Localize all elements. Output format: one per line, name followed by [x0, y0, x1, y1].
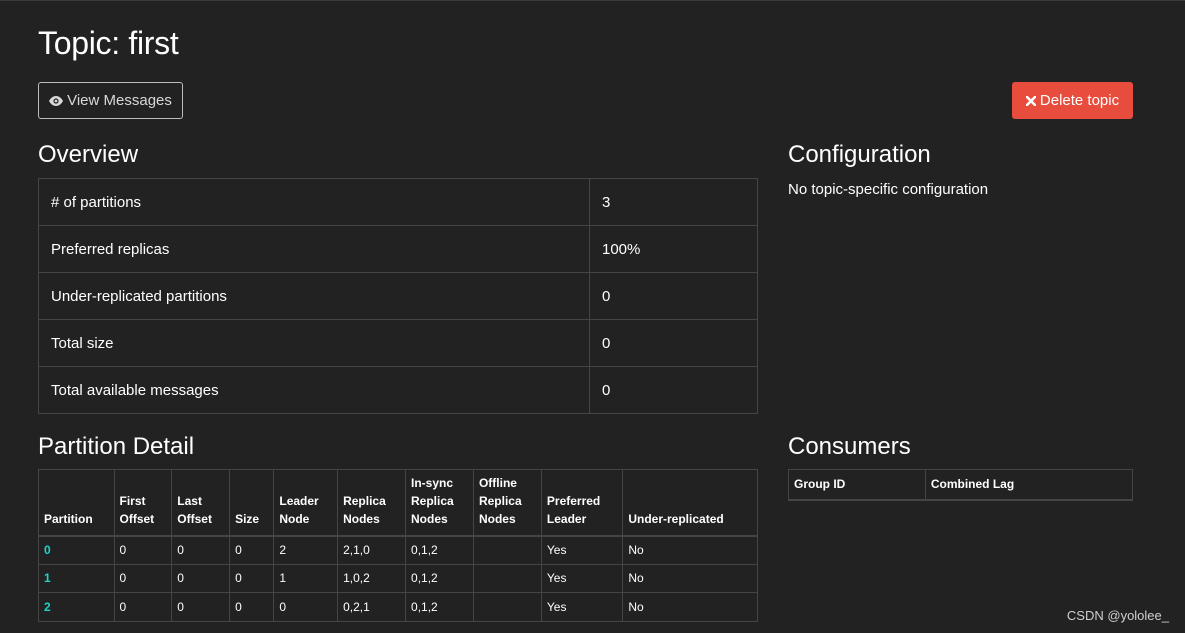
table-row: 1 0 0 0 1 1,0,2 0,1,2 Yes No — [38, 563, 758, 593]
consumers-table: Group ID Combined Lag — [788, 469, 1134, 501]
overview-table: # of partitions 3 Preferred replicas 100% Un… — [38, 178, 758, 414]
page-title: Topic: first — [38, 25, 179, 61]
header-line: First — [119, 493, 146, 508]
table-cell: Yes — [540, 592, 624, 622]
partition-table: Partition First Offset Last Offset Size Leader… — [38, 469, 758, 622]
table-cell: 0 — [113, 592, 173, 622]
overview-row: # of partitions 3 — [38, 178, 758, 226]
delete-topic-label: Delete topic — [1039, 92, 1120, 109]
header-line: Offset — [119, 511, 155, 526]
header-line: Partition — [44, 511, 93, 526]
table-cell: 0 — [229, 535, 275, 565]
header-line: Size — [235, 511, 260, 526]
header-line: Leader — [546, 511, 587, 526]
table-cell: 0 — [229, 563, 275, 593]
partition-column-header[interactable]: Leader Node — [273, 469, 339, 537]
partition-detail-heading: Partition Detail — [38, 433, 195, 460]
table-cell: No — [622, 535, 758, 565]
overview-key: Total available messages — [38, 366, 590, 414]
view-messages-label: View Messages — [67, 92, 172, 109]
table-cell: 1 — [273, 563, 339, 593]
table-cell: No — [622, 563, 758, 593]
header-line: Replica — [411, 493, 454, 508]
partition-column-header[interactable]: Offline Replica Nodes — [472, 469, 542, 537]
table-cell: 0,2,1 — [337, 592, 407, 622]
overview-row: Total size 0 — [38, 319, 758, 367]
header-line: Last — [177, 493, 202, 508]
partition-link[interactable]: 1 — [44, 571, 51, 585]
partition-id-cell: 0 — [38, 535, 115, 565]
overview-row: Preferred replicas 100% — [38, 225, 758, 273]
overview-value: 3 — [589, 178, 758, 226]
table-cell — [472, 563, 542, 593]
overview-row: Under-replicated partitions 0 — [38, 272, 758, 320]
overview-heading: Overview — [38, 141, 139, 168]
header-line: Replica — [343, 493, 386, 508]
table-row: 0 0 0 0 2 2,1,0 0,1,2 Yes No — [38, 535, 758, 565]
overview-key: Under-replicated partitions — [38, 272, 590, 320]
partition-column-header[interactable]: In-sync Replica Nodes — [405, 469, 474, 537]
partition-link[interactable]: 0 — [44, 543, 51, 557]
table-cell: 0 — [171, 592, 231, 622]
consumers-column-header[interactable]: Combined Lag — [924, 469, 1134, 501]
header-line: Offline — [478, 475, 517, 490]
partition-column-header[interactable]: Partition — [38, 469, 115, 537]
configuration-heading: Configuration — [788, 141, 931, 168]
watermark: CSDN @yololee_ — [1066, 608, 1169, 623]
close-icon — [1025, 95, 1036, 106]
header-line: Under-replicated — [628, 511, 724, 526]
header-line: Nodes — [478, 511, 516, 526]
overview-key: Preferred replicas — [38, 225, 590, 273]
topic-page: Topic: first View Messages Delete topic … — [0, 0, 1185, 633]
table-cell: 0 — [113, 563, 173, 593]
table-cell: Yes — [540, 563, 624, 593]
table-cell — [472, 535, 542, 565]
partition-column-header[interactable]: Size — [229, 469, 275, 537]
overview-value: 0 — [589, 272, 758, 320]
table-cell: 0,1,2 — [405, 535, 474, 565]
partition-id-cell: 2 — [38, 592, 115, 622]
header-line: Node — [279, 511, 310, 526]
partition-column-header[interactable]: First Offset — [113, 469, 173, 537]
overview-row: Total available messages 0 — [38, 366, 758, 414]
table-cell: 0 — [171, 535, 231, 565]
delete-topic-button[interactable]: Delete topic — [1012, 82, 1133, 119]
table-cell: 0 — [229, 592, 275, 622]
consumers-heading: Consumers — [788, 433, 911, 460]
header-line: In-sync — [411, 475, 454, 490]
overview-value: 100% — [589, 225, 758, 273]
table-cell: 0,1,2 — [405, 563, 474, 593]
table-cell: 0 — [113, 535, 173, 565]
header-line: Preferred — [546, 493, 601, 508]
eye-icon — [49, 95, 64, 106]
header-line: Nodes — [411, 511, 448, 526]
table-cell: 0 — [273, 592, 339, 622]
table-cell: 0 — [171, 563, 231, 593]
partition-column-header[interactable]: Replica Nodes — [337, 469, 407, 537]
table-cell: 0,1,2 — [405, 592, 474, 622]
overview-key: # of partitions — [38, 178, 590, 226]
header-line: Leader — [279, 493, 319, 508]
configuration-text: No topic-specific configuration — [788, 181, 989, 198]
overview-value: 0 — [589, 366, 758, 414]
header-line: Nodes — [343, 511, 380, 526]
consumers-column-header[interactable]: Group ID — [788, 469, 926, 501]
partition-column-header[interactable]: Preferred Leader — [540, 469, 624, 537]
header-line: Replica — [478, 493, 522, 508]
overview-value: 0 — [589, 319, 758, 367]
view-messages-button[interactable]: View Messages — [38, 82, 183, 119]
table-cell: 2,1,0 — [337, 535, 407, 565]
header-line: Offset — [177, 511, 212, 526]
partition-column-header[interactable]: Last Offset — [171, 469, 231, 537]
partition-id-cell: 1 — [38, 563, 115, 593]
table-row: 2 0 0 0 0 0,2,1 0,1,2 Yes No — [38, 592, 758, 622]
table-cell — [472, 592, 542, 622]
partition-link[interactable]: 2 — [44, 600, 51, 614]
table-cell: 1,0,2 — [337, 563, 407, 593]
table-cell: Yes — [540, 535, 624, 565]
table-cell: No — [622, 592, 758, 622]
overview-key: Total size — [38, 319, 590, 367]
partition-column-header[interactable]: Under-replicated — [622, 469, 758, 537]
table-cell: 2 — [273, 535, 339, 565]
